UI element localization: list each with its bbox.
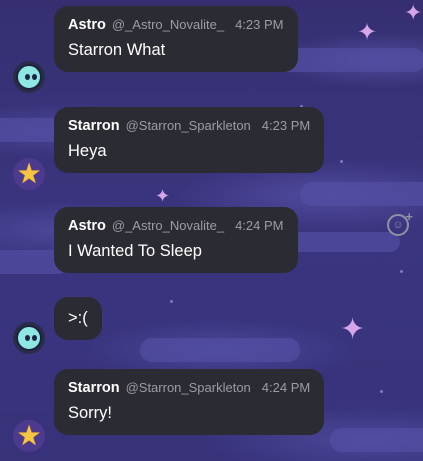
message-text: Starron What bbox=[68, 41, 166, 59]
author-handle: @Starron_Sparkleton bbox=[125, 380, 251, 395]
author-name[interactable]: Astro bbox=[68, 218, 106, 234]
author-name[interactable]: Astro bbox=[68, 17, 106, 33]
author-name[interactable]: Starron bbox=[68, 380, 120, 396]
add-reaction-icon[interactable]: ☺ bbox=[387, 209, 413, 236]
message-bubble: Astro @_Astro_Novalite_ 4:24 PM I Wanted… bbox=[54, 207, 298, 273]
message-text: Heya bbox=[68, 142, 107, 160]
message-bubble: Starron @Starron_Sparkleton 4:24 PM Sorr… bbox=[54, 369, 325, 435]
astro-avatar[interactable] bbox=[13, 322, 45, 354]
author-handle: @_Astro_Novalite_ bbox=[111, 218, 225, 233]
author-handle: @_Astro_Novalite_ bbox=[111, 17, 225, 32]
message-text: I Wanted To Sleep bbox=[68, 242, 202, 260]
message-text: Sorry! bbox=[68, 404, 113, 422]
starron-avatar[interactable]: ★ bbox=[13, 420, 45, 452]
message-text: >:( bbox=[68, 309, 88, 327]
message-bubble: Starron @Starron_Sparkleton 4:23 PM Heya bbox=[54, 107, 325, 173]
author-name[interactable]: Starron bbox=[68, 118, 120, 134]
message-bubble: >:( bbox=[54, 297, 102, 340]
astro-avatar[interactable] bbox=[13, 61, 45, 93]
timestamp: 4:24 PM bbox=[261, 380, 311, 395]
timestamp: 4:23 PM bbox=[261, 118, 311, 133]
message-bubble: Astro @_Astro_Novalite_ 4:23 PM Starron … bbox=[54, 6, 298, 72]
starron-avatar[interactable]: ★ bbox=[13, 158, 45, 190]
timestamp: 4:23 PM bbox=[235, 17, 284, 32]
author-handle: @Starron_Sparkleton bbox=[125, 118, 251, 133]
timestamp: 4:24 PM bbox=[235, 218, 284, 233]
